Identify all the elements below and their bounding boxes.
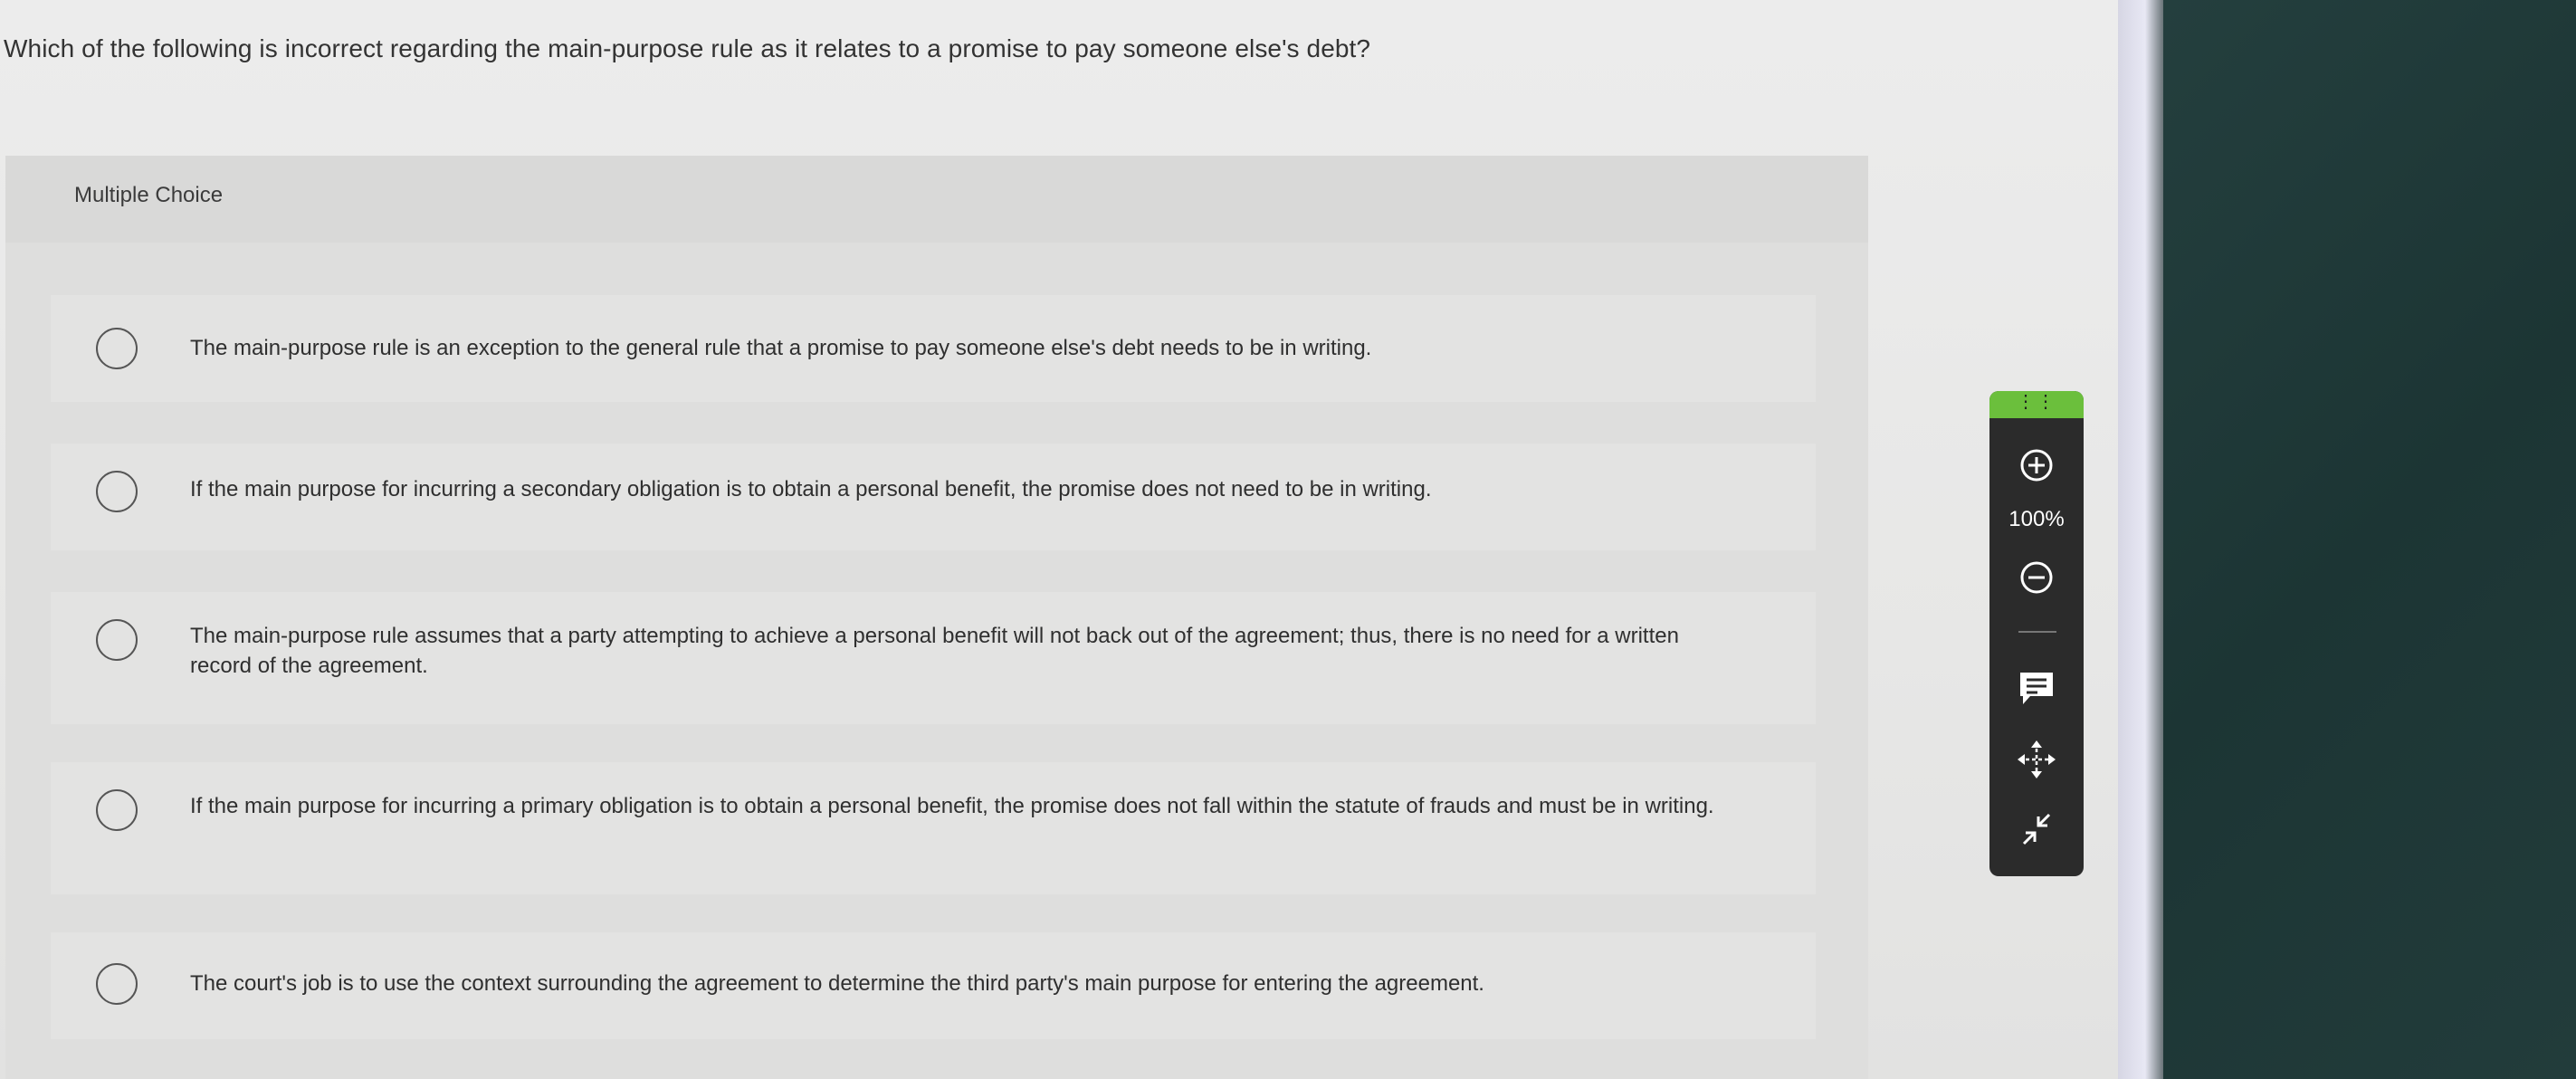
option-text: If the main purpose for incurring a prim… bbox=[190, 794, 1714, 818]
answer-option-2[interactable]: If the main purpose for incurring a seco… bbox=[51, 444, 1816, 550]
answer-option-1[interactable]: The main-purpose rule is an exception to… bbox=[51, 295, 1816, 402]
option-text: The main-purpose rule assumes that a par… bbox=[190, 624, 1679, 678]
multiple-choice-panel: Multiple Choice The main-purpose rule is… bbox=[5, 156, 1868, 1079]
zoom-in-icon[interactable] bbox=[1989, 447, 2084, 488]
zoom-out-icon[interactable] bbox=[1989, 559, 2084, 600]
answer-option-4[interactable]: If the main purpose for incurring a prim… bbox=[51, 762, 1816, 894]
multiple-choice-header: Multiple Choice bbox=[5, 156, 1868, 243]
option-text: The court's job is to use the context su… bbox=[190, 971, 1484, 996]
page: Which of the following is incorrect rega… bbox=[0, 0, 2141, 1079]
option-text: If the main purpose for incurring a seco… bbox=[190, 477, 1432, 501]
comment-icon[interactable] bbox=[1989, 670, 2084, 712]
drag-grip-icon[interactable]: ⋮⋮ bbox=[1989, 391, 2084, 418]
answer-option-3[interactable]: The main-purpose rule assumes that a par… bbox=[51, 592, 1816, 724]
radio-button[interactable] bbox=[96, 789, 138, 831]
radio-button[interactable] bbox=[96, 328, 138, 369]
answer-option-5[interactable]: The court's job is to use the context su… bbox=[51, 932, 1816, 1039]
background-surface bbox=[2163, 0, 2576, 1079]
question-text: Which of the following is incorrect rega… bbox=[4, 34, 1371, 62]
radio-button[interactable] bbox=[96, 963, 138, 1005]
zoom-level: 100% bbox=[2008, 507, 2065, 531]
multiple-choice-label: Multiple Choice bbox=[74, 183, 224, 207]
collapse-icon[interactable] bbox=[1989, 809, 2084, 854]
option-text: The main-purpose rule is an exception to… bbox=[190, 336, 1372, 360]
floating-toolbar: ⋮⋮ 100% bbox=[1989, 391, 2084, 876]
radio-button[interactable] bbox=[96, 471, 138, 512]
move-icon[interactable] bbox=[1989, 739, 2084, 785]
toolbar-divider bbox=[2018, 631, 2056, 633]
radio-button[interactable] bbox=[96, 619, 138, 661]
